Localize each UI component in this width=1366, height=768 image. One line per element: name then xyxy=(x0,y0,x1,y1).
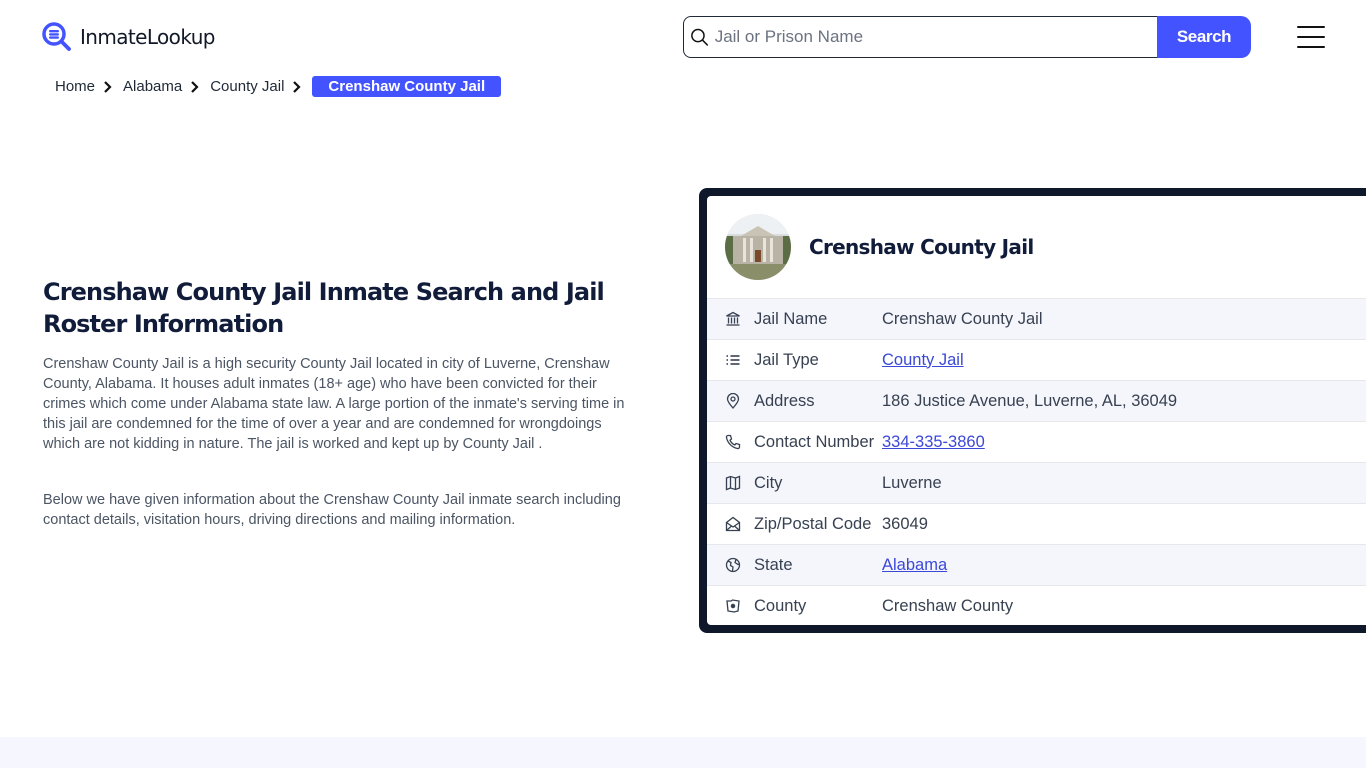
info-row-state: State Alabama xyxy=(707,544,1366,585)
search-input[interactable] xyxy=(714,27,1157,47)
menu-line xyxy=(1297,46,1325,48)
row-label: State xyxy=(754,555,793,574)
jail-info-card: Crenshaw County Jail Jail Name Crenshaw … xyxy=(699,188,1366,633)
info-row-city: City Luverne xyxy=(707,462,1366,503)
row-value: Crenshaw County xyxy=(882,596,1014,615)
page-title: Crenshaw County Jail Inmate Search and J… xyxy=(43,278,605,338)
menu-line xyxy=(1297,26,1325,28)
state-link[interactable]: Alabama xyxy=(882,556,947,574)
info-row-address: Address 186 Justice Avenue, Luverne, AL,… xyxy=(707,380,1366,421)
county-map-icon xyxy=(724,597,742,615)
search-icon xyxy=(691,28,709,46)
logo-magnifier-icon xyxy=(42,22,71,51)
map-icon xyxy=(724,474,742,492)
chevron-right-icon xyxy=(104,80,112,93)
card-header: Crenshaw County Jail xyxy=(707,196,1366,298)
row-value: Crenshaw County Jail xyxy=(882,309,1043,328)
row-label: County xyxy=(754,596,807,615)
row-value: Luverne xyxy=(882,473,942,492)
row-label: Contact Number xyxy=(754,432,875,451)
building-columns-icon xyxy=(724,310,742,328)
row-label: Jail Name xyxy=(754,309,828,328)
jail-type-link[interactable]: County Jail xyxy=(882,351,964,369)
search-bar: Search xyxy=(683,16,1251,58)
description-paragraph: Crenshaw County Jail is a high security … xyxy=(43,356,625,452)
row-value: 186 Justice Avenue, Luverne, AL, 36049 xyxy=(882,391,1178,410)
row-label: Zip/Postal Code xyxy=(754,514,872,533)
info-row-contact-number: Contact Number 334-335-3860 xyxy=(707,421,1366,462)
mail-open-icon xyxy=(724,515,742,533)
menu-line xyxy=(1297,36,1325,38)
jail-photo xyxy=(725,214,791,280)
row-label: City xyxy=(754,473,783,492)
hamburger-menu-icon[interactable] xyxy=(1297,26,1325,48)
card-title: Crenshaw County Jail xyxy=(809,235,1034,259)
jail-info-card-body: Crenshaw County Jail Jail Name Crenshaw … xyxy=(707,196,1366,625)
list-icon xyxy=(724,351,742,369)
breadcrumb-alabama[interactable]: Alabama xyxy=(123,78,182,95)
info-row-jail-name: Jail Name Crenshaw County Jail xyxy=(707,298,1366,339)
chevron-right-icon xyxy=(293,80,301,93)
breadcrumb-county-jail[interactable]: County Jail xyxy=(210,78,284,95)
globe-icon xyxy=(724,556,742,574)
phone-icon xyxy=(724,433,742,451)
info-row-jail-type: Jail Type County Jail xyxy=(707,339,1366,380)
breadcrumb-current: Crenshaw County Jail xyxy=(312,76,502,97)
breadcrumb: Home Alabama County Jail Crenshaw County… xyxy=(55,76,502,97)
logo-text: InmateLookup xyxy=(80,25,215,49)
search-field xyxy=(683,16,1157,58)
map-pin-icon xyxy=(724,392,742,410)
footer-section xyxy=(0,737,1366,768)
search-button[interactable]: Search xyxy=(1157,16,1251,58)
info-row-county: County Crenshaw County xyxy=(707,585,1366,625)
chevron-right-icon xyxy=(191,80,199,93)
description-paragraph: Below we have given information about th… xyxy=(43,492,621,528)
breadcrumb-home[interactable]: Home xyxy=(55,78,95,95)
row-value: 36049 xyxy=(882,514,928,533)
phone-link[interactable]: 334-335-3860 xyxy=(882,433,985,451)
info-row-zip: Zip/Postal Code 36049 xyxy=(707,503,1366,544)
logo-link[interactable]: InmateLookup xyxy=(42,22,215,52)
row-label: Jail Type xyxy=(754,350,819,369)
row-label: Address xyxy=(754,391,815,410)
